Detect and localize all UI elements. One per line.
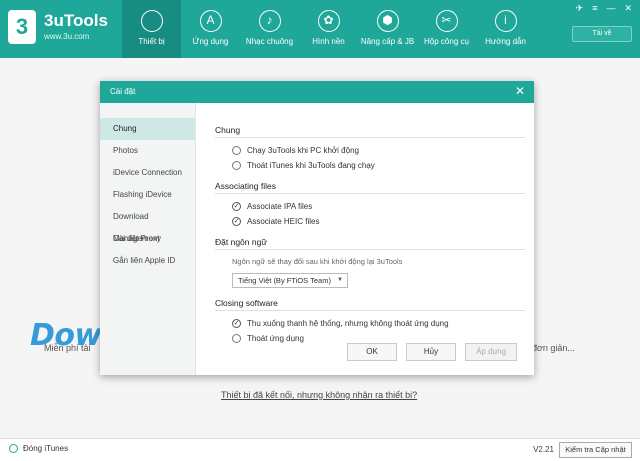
option-associate-ipa[interactable]: ✓ Associate IPA files xyxy=(215,199,525,214)
settings-dialog: Cài đặt ✕ Chung Photos iDevice Connectio… xyxy=(100,81,534,375)
sidebar-item-proxy[interactable]: Cài đặt Proxy xyxy=(100,228,195,250)
sidebar-item-photos[interactable]: Photos xyxy=(100,140,195,162)
radio-unchecked-icon xyxy=(232,161,241,170)
flower-icon: ✿ xyxy=(317,10,340,32)
option-label: Thu xuống thanh hệ thống, nhưng không th… xyxy=(247,319,449,328)
nav-item-apps[interactable]: A Ứng dụng xyxy=(181,0,240,58)
feedback-icon[interactable]: ✈ xyxy=(576,3,584,14)
download-button[interactable]: Tải về xyxy=(572,26,632,42)
nav-label: Ứng dụng xyxy=(192,37,229,46)
close-itunes-toggle[interactable]: Đóng iTunes xyxy=(9,444,68,453)
ok-button[interactable]: OK xyxy=(347,343,397,361)
minimize-icon[interactable]: — xyxy=(606,3,615,14)
nav-item-device[interactable]: Thiết bị xyxy=(122,0,181,58)
check-update-button[interactable]: Kiểm tra Cập nhật xyxy=(559,442,632,458)
nav-item-flash-jb[interactable]: ⬢ Nâng cấp & JB xyxy=(358,0,417,58)
dialog-title: Cài đặt xyxy=(110,87,136,96)
section-title-language: Đặt ngôn ngữ xyxy=(215,237,525,250)
app-logo: 3 xyxy=(8,10,36,44)
dropdown-arrow-icon: ▼ xyxy=(337,277,343,283)
main-nav: Thiết bị A Ứng dụng ♪ Nhạc chuông ✿ Hình… xyxy=(122,0,535,58)
bg-text-left: Miễn phí tải xyxy=(44,343,91,353)
option-minimize-to-tray[interactable]: ✓ Thu xuống thanh hệ thống, nhưng không … xyxy=(215,316,525,331)
apple-icon xyxy=(140,10,163,32)
tools-icon: ✂ xyxy=(435,10,458,32)
language-select[interactable]: Tiếng Việt (By FTiOS Team) ▼ xyxy=(232,273,348,288)
window-controls: ✈ ≡ — ✕ xyxy=(576,3,632,14)
circle-icon xyxy=(9,444,18,453)
option-run-at-startup[interactable]: Chạy 3uTools khi PC khởi động xyxy=(215,143,525,158)
status-bar: Đóng iTunes V2.21 Kiểm tra Cập nhật xyxy=(0,438,640,461)
nav-label: Nâng cấp & JB xyxy=(360,37,415,46)
sidebar-item-download-management[interactable]: Download Management xyxy=(100,206,195,243)
option-associate-heic[interactable]: ✓ Associate HEIC files xyxy=(215,214,525,229)
sidebar-item-apple-id[interactable]: Gắn liên Apple ID xyxy=(100,250,195,272)
apply-button[interactable]: Áp dụng xyxy=(465,343,517,361)
settings-content: Chung Chạy 3uTools khi PC khởi động Thoá… xyxy=(215,103,525,346)
option-label: Associate IPA files xyxy=(247,202,313,211)
option-label: Chạy 3uTools khi PC khởi động xyxy=(247,146,359,155)
nav-label: Nhạc chuông xyxy=(245,37,294,46)
brand: 3uTools www.3u.com xyxy=(44,11,108,42)
section-title-general: Chung xyxy=(215,125,525,138)
nav-item-tutorials[interactable]: i Hướng dẫn xyxy=(476,0,535,58)
option-quit-itunes[interactable]: Thoát iTunes khi 3uTools đang chạy xyxy=(215,158,525,173)
checked-icon: ✓ xyxy=(232,217,241,226)
language-selected: Tiếng Việt (By FTiOS Team) xyxy=(238,276,331,285)
nav-label: Thiết bị xyxy=(138,37,165,46)
appstore-icon: A xyxy=(199,10,222,32)
dialog-titlebar: Cài đặt ✕ xyxy=(100,81,534,103)
option-label: Associate HEIC files xyxy=(247,217,320,226)
version-label: V2.21 xyxy=(533,445,554,454)
checked-icon: ✓ xyxy=(232,202,241,211)
close-icon[interactable]: ✕ xyxy=(515,81,525,101)
nav-item-wallpapers[interactable]: ✿ Hình nền xyxy=(299,0,358,58)
settings-sidebar: Chung Photos iDevice Connection Flashing… xyxy=(100,103,196,375)
sidebar-item-general[interactable]: Chung xyxy=(100,118,195,140)
radio-unchecked-icon xyxy=(232,146,241,155)
nav-label: Hình nền xyxy=(312,37,345,46)
box-icon: ⬢ xyxy=(376,10,399,32)
device-not-recognized-link[interactable]: Thiết bị đã kết nối, nhưng không nhận ra… xyxy=(221,390,417,400)
section-title-closing: Closing software xyxy=(215,298,525,311)
cancel-button[interactable]: Hủy xyxy=(406,343,456,361)
section-title-assoc: Associating files xyxy=(215,181,525,194)
option-label: Thoát iTunes khi 3uTools đang chạy xyxy=(247,161,375,170)
app-name: 3uTools xyxy=(44,11,108,30)
radio-unchecked-icon xyxy=(232,334,241,343)
bell-icon: ♪ xyxy=(258,10,281,32)
close-itunes-label: Đóng iTunes xyxy=(23,444,69,453)
top-bar: 3 3uTools www.3u.com Thiết bị A Ứng dụng… xyxy=(0,0,640,58)
menu-icon[interactable]: ≡ xyxy=(592,3,597,14)
nav-item-ringtones[interactable]: ♪ Nhạc chuông xyxy=(240,0,299,58)
close-icon[interactable]: ✕ xyxy=(624,3,632,14)
checked-icon: ✓ xyxy=(232,319,241,328)
nav-item-toolbox[interactable]: ✂ Hộp công cụ xyxy=(417,0,476,58)
language-note: Ngôn ngữ sẽ thay đổi sau khi khởi động l… xyxy=(232,257,403,266)
option-label: Thoát ứng dụng xyxy=(247,334,304,343)
app-site: www.3u.com xyxy=(44,32,90,41)
nav-label: Hộp công cụ xyxy=(424,37,469,46)
nav-label: Hướng dẫn xyxy=(485,37,526,46)
info-icon: i xyxy=(494,10,517,32)
sidebar-item-idevice-connection[interactable]: iDevice Connection xyxy=(100,162,195,184)
sidebar-item-flashing[interactable]: Flashing iDevice xyxy=(100,184,195,206)
